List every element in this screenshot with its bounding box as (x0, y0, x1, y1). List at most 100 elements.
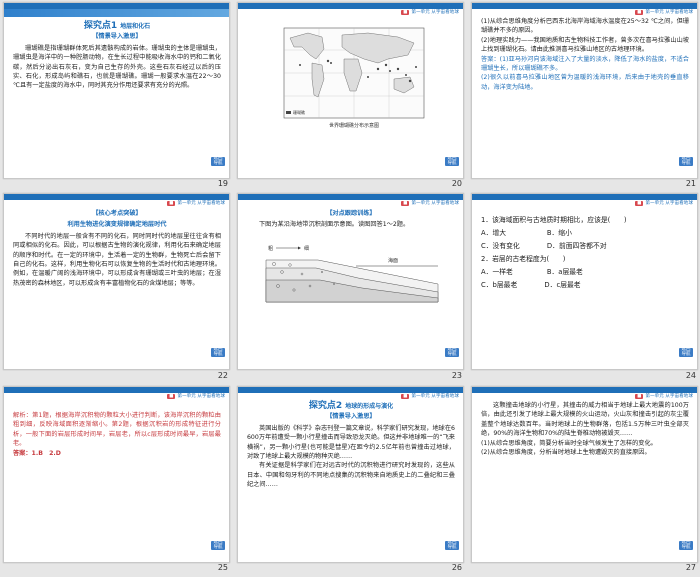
slide-thumbnail-21[interactable]: ■ 第一单元 从宇宙看地球 (1)从综合思维角度分析巴西东北海岸海域海水温度在25… (471, 2, 698, 179)
header-label: 第一单元 从宇宙看地球 (411, 394, 459, 399)
slide-number: 23 (451, 371, 462, 380)
label-sea-level: 海面 (388, 257, 398, 264)
answer-text: (2)很久以前喜马拉雅山地区曾为温暖的浅海环境，后来由于地壳的垂直移动，海洋变为… (481, 74, 689, 91)
slide-thumbnail-20[interactable]: ■ 第一单元 从宇宙看地球 珊瑚礁 世界珊瑚礁分布示意图 返回 导航 (237, 2, 464, 179)
slide-thumbnail-26[interactable]: ■ 第一单元 从宇宙看地球 探究点2 地球的形成与演化 【情景导入激思】 英国出版的… (237, 386, 464, 563)
unit-tag: ■ (635, 394, 644, 399)
slide-body: (1)从综合思维角度分析巴西东北海岸海域海水温度在25～32 ℃之间，但珊瑚礁并… (481, 17, 689, 92)
legend-label: 珊瑚礁 (293, 109, 305, 115)
slide-body: 探究点2 地球的形成与演化 【情景导入激思】 英国出版的《科学》杂志刊登一篇文章说… (247, 401, 455, 490)
slide-number: 20 (451, 179, 462, 188)
slide-number: 19 (217, 179, 228, 188)
nav-button-label: 返回 导航 (447, 540, 457, 550)
label-coarse: 粗 (268, 245, 273, 252)
label-fine: 细 (304, 245, 309, 252)
nav-button[interactable]: 返回 导航 (211, 540, 225, 550)
title-text: 探究点2 (308, 401, 343, 411)
slide-number: 25 (217, 563, 228, 572)
nav-button[interactable]: 返回 导航 (679, 540, 693, 550)
slide-header: ■ 第一单元 从宇宙看地球 (401, 393, 459, 399)
slide-number: 22 (217, 371, 228, 380)
slide-body: 解析：第1题，根据海岸沉积物的颗粒大小进行判断，该海岸沉积的颗粒由粗到细，反映海… (13, 411, 221, 458)
question-text: 1．该海域面积与古地质时期相比，应该是( ) (481, 216, 627, 224)
unit-tag: ■ (401, 394, 410, 399)
nav-button-label: 返回 导航 (447, 347, 457, 357)
slide-thumbnail-23[interactable]: ■ 第一单元 从宇宙看地球 【对点跟踪训练】 下图为某沿海地带沉积剖面示意图。读图… (237, 193, 464, 370)
slide-thumbnail-27[interactable]: ■ 第一单元 从宇宙看地球 这颗撞击地球的小行星，其撞击的威力相当于地球上最大地震… (471, 386, 698, 563)
slide-header: ■ 第一单元 从宇宙看地球 (167, 393, 225, 399)
slide-number: 24 (685, 371, 696, 380)
nav-button-label: 返回 导航 (213, 156, 223, 166)
nav-button-label: 返回 导航 (213, 347, 223, 357)
slide-header: ■ 第一单元 从宇宙看地球 (635, 393, 693, 399)
header-label: 第一单元 从宇宙看地球 (645, 394, 693, 399)
nav-button[interactable]: 返回 导航 (445, 347, 459, 357)
unit-tag: ■ (635, 10, 644, 15)
slide-number: 21 (685, 179, 696, 188)
paragraph: 不同时代的地层一般含有不同的化石，同时同时代的地层里往往含有相同或相似的化石。因… (13, 232, 221, 287)
nav-button-label: 返回 导航 (447, 156, 457, 166)
header-label: 第一单元 从宇宙看地球 (645, 10, 693, 15)
slide-title: 探究点1 地层和化石 (13, 21, 221, 31)
nav-button[interactable]: 返回 导航 (445, 540, 459, 550)
question-text: (1)从综合思维角度分析巴西东北海岸海域海水温度在25～32 ℃之间，但珊瑚礁并… (481, 18, 689, 35)
slide-header: ■ 第一单元 从宇宙看地球 (635, 9, 693, 15)
sediment-profile-figure: 粗 细 海面 (265, 245, 439, 303)
nav-button[interactable]: 返回 导航 (211, 347, 225, 357)
question-text: (2)从综合思维角度，分析当时地球上生物遭毁灭的直接原因。 (481, 449, 651, 457)
slide-body: 探究点1 地层和化石 【情景导入激思】 珊瑚礁是指珊瑚群体死后其遗骸构成的岩体。珊… (13, 21, 221, 91)
section-heading: 【核心考点突破】 (92, 210, 142, 217)
header-label: 第一单元 从宇宙看地球 (645, 201, 693, 206)
slide-number: 27 (685, 563, 696, 572)
slide-sorter-view: { "header_label": "第一单元 从宇宙看地球", "nav_la… (0, 0, 700, 577)
paragraph: 英国出版的《科学》杂志刊登一篇文章说，科学家们研究发现，地球在6 600万年前遭… (247, 424, 455, 461)
legend-swatch (286, 111, 291, 114)
slide-body: 这颗撞击地球的小行星，其撞击的威力相当于地球上最大地震的100万倍，由此还引发了… (481, 401, 689, 457)
header-label: 第一单元 从宇宙看地球 (177, 201, 225, 206)
slide-header: ■ 第一单元 从宇宙看地球 (635, 200, 693, 206)
slide-thumbnail-19[interactable]: 课堂探究·核心突破 探究点1 地层和化石 【情景导入激思】 珊瑚礁是指珊瑚群体死后… (3, 2, 230, 179)
nav-button[interactable]: 返回 导航 (445, 156, 459, 166)
slide-header: ■ 第一单元 从宇宙看地球 (167, 200, 225, 206)
answer-text: 答案：(1)亚马孙河向该海域注入了大量的淡水，降低了海水的盐度，不适合珊瑚生长，… (481, 55, 689, 73)
question-text: 2．岩层的古老程度为( ) (481, 255, 566, 263)
arrow-head (298, 246, 301, 250)
nav-button-label: 返回 导航 (681, 347, 691, 357)
slide-section-strip: 课堂探究·核心突破 (4, 9, 229, 26)
slide-body: 1．该海域面积与古地质时期相比，应该是( ) A．增大 B．缩小 C．没有变化 … (481, 214, 689, 292)
nav-button[interactable]: 返回 导航 (679, 347, 693, 357)
title-text: 探究点1 (83, 21, 118, 31)
section-heading: 【情景导入激思】 (326, 413, 376, 421)
slide-thumbnail-22[interactable]: ■ 第一单元 从宇宙看地球 【核心考点突破】 利用生物进化演变规律确定地层时代 不… (3, 193, 230, 370)
option-row: A．增大 B．缩小 (481, 229, 572, 237)
paragraph: 这颗撞击地球的小行星，其撞击的威力相当于地球上最大地震的100万倍，由此还引发了… (481, 402, 689, 438)
nav-button-label: 返回 导航 (681, 156, 691, 166)
slide-title: 探究点2 地球的形成与演化 (247, 401, 455, 411)
slide-number: 26 (451, 563, 462, 572)
slide-thumbnail-24[interactable]: ■ 第一单元 从宇宙看地球 1．该海域面积与古地质时期相比，应该是( ) A．增大… (471, 193, 698, 370)
nav-button-label: 返回 导航 (213, 540, 223, 550)
world-map-figure: 珊瑚礁 世界珊瑚礁分布示意图 (283, 27, 425, 129)
section-heading: 【情景导入激思】 (92, 33, 142, 41)
unit-tag: ■ (635, 201, 644, 206)
section-subheading: 利用生物进化演变规律确定地层时代 (67, 221, 167, 229)
map-caption: 世界珊瑚礁分布示意图 (329, 122, 379, 129)
nav-button[interactable]: 返回 导航 (679, 156, 693, 166)
answer-text: 答案：1.B 2.D (13, 449, 61, 457)
question-text: (1)从综合思维角度，简要分析当时全球气候发生了怎样的变化。 (481, 439, 657, 447)
slide-body: 【核心考点突破】 利用生物进化演变规律确定地层时代 不同时代的地层一般含有不同的… (13, 208, 221, 288)
unit-tag: ■ (167, 394, 176, 399)
question-text: (2)地理实践力——我国地质和古生物科技工作者，曾多次在喜马拉雅山山坡上找到珊瑚… (481, 36, 689, 54)
option-row: A．一样老 B．a层最老 (481, 268, 583, 276)
slide-thumbnail-25[interactable]: ■ 第一单元 从宇宙看地球 解析：第1题，根据海岸沉积物的颗粒大小进行判断，该海岸… (3, 386, 230, 563)
explanation-text: 解析：第1题，根据海岸沉积物的颗粒大小进行判断，该海岸沉积的颗粒由粗到细，反映海… (13, 412, 221, 448)
title-subtext: 地层和化石 (120, 23, 151, 30)
nav-button[interactable]: 返回 导航 (211, 156, 225, 166)
header-label: 第一单元 从宇宙看地球 (177, 394, 225, 399)
unit-tag: ■ (167, 201, 176, 206)
paragraph: 有关证据是科学家们在对远古时代的沉积物进行研究时发现的，这些从日本、中国和匈牙利… (247, 462, 455, 489)
option-row: C．b层最老 D．c层最老 (481, 281, 581, 289)
option-row: C．没有变化 D．前面四答都不对 (481, 242, 607, 250)
title-subtext: 地球的形成与演化 (345, 403, 394, 410)
nav-button-label: 返回 导航 (681, 540, 691, 550)
